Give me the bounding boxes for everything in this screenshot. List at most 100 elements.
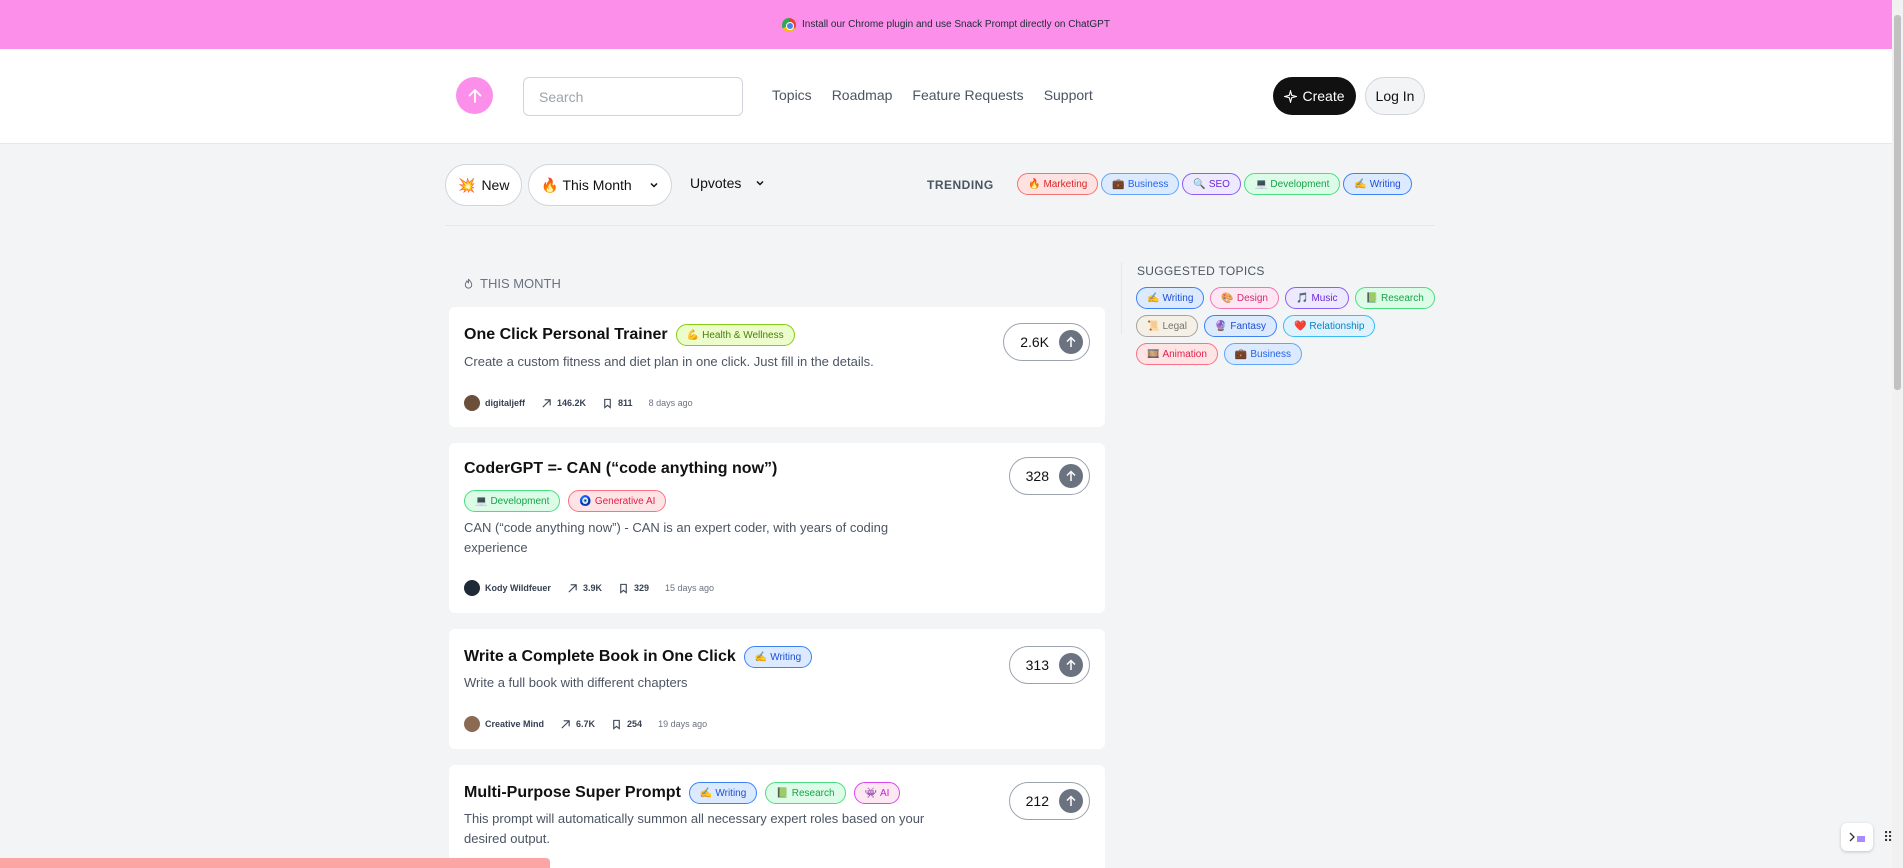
avatar: [464, 395, 480, 411]
card-title-row: Multi-Purpose Super Prompt ✍️ Writing 📗 Re…: [464, 782, 901, 804]
suggested-tag-relationship[interactable]: ❤️ Relationship: [1282, 315, 1376, 337]
snack-prompt-logo[interactable]: [456, 77, 493, 114]
drag-handle-icon[interactable]: ⠿: [1883, 829, 1893, 846]
fire-icon: 🔥: [541, 176, 559, 193]
trending-tag-development[interactable]: 💻 Development: [1243, 173, 1341, 195]
card-tag[interactable]: 🧿 Generative AI: [568, 490, 667, 512]
upvote-button[interactable]: 2.6K: [1003, 323, 1090, 361]
author-name: digitaljeff: [485, 398, 525, 408]
suggested-tag-music[interactable]: 🎵 Music: [1284, 287, 1349, 309]
tag-label: Generative AI: [594, 495, 656, 507]
suggested-tag-business[interactable]: 💼 Business: [1223, 343, 1302, 365]
search-input[interactable]: [523, 77, 743, 116]
nav-link-feature-requests[interactable]: Feature Requests: [912, 87, 1023, 103]
tag-icon: ✍️: [1147, 292, 1160, 304]
tag-icon: 🎵: [1295, 292, 1309, 304]
views-count: 146.2K: [557, 398, 587, 408]
card-saves[interactable]: 329: [618, 583, 649, 594]
chevron-down-icon: [650, 182, 658, 188]
tag-label: Writing: [1162, 292, 1194, 304]
saves-count: 329: [633, 583, 649, 593]
prompt-card[interactable]: One Click Personal Trainer 💪 Health & Wel…: [449, 307, 1105, 427]
upvote-button[interactable]: 212: [1008, 782, 1090, 820]
tag-label: SEO: [1208, 178, 1230, 190]
prompt-card[interactable]: CoderGPT =- CAN (“code anything now”) 💻 D…: [449, 443, 1105, 613]
saves-count: 811: [618, 398, 633, 408]
prompt-card[interactable]: Multi-Purpose Super Prompt ✍️ Writing 📗 Re…: [449, 765, 1105, 868]
login-button-label: Log In: [1375, 88, 1415, 104]
trending-tag-business[interactable]: 💼 Business: [1101, 173, 1180, 195]
nav-link-support[interactable]: Support: [1044, 87, 1093, 103]
card-tag[interactable]: 💻 Development: [464, 490, 561, 512]
suggested-tag-design[interactable]: 🎨 Design: [1210, 287, 1279, 309]
card-tag[interactable]: 📗 Research: [765, 782, 846, 804]
suggested-topics-label: SUGGESTED TOPICS: [1137, 264, 1265, 278]
suggested-tag-writing[interactable]: ✍️ Writing: [1136, 287, 1205, 309]
nav-link-topics[interactable]: Topics: [772, 87, 812, 103]
arrow-up-icon: [468, 88, 481, 103]
section-label: THIS MONTH: [463, 276, 561, 291]
tag-icon: ✍️: [699, 787, 713, 799]
bookmark-icon: [613, 719, 620, 730]
vote-count: 2.6K: [1020, 334, 1049, 350]
trending-tag-writing[interactable]: ✍️ Writing: [1343, 173, 1412, 195]
card-tag[interactable]: 💪 Health & Wellness: [675, 324, 795, 346]
tag-label: Music: [1311, 292, 1338, 304]
chat-widget-icon[interactable]: [1841, 823, 1873, 851]
login-button[interactable]: Log In: [1365, 77, 1425, 115]
card-tag[interactable]: ✍️ Writing: [743, 646, 813, 668]
card-saves[interactable]: 811: [602, 398, 633, 409]
card-views: 3.9K: [567, 583, 602, 594]
tag-label: Marketing: [1043, 178, 1088, 190]
sparkle-icon: [1284, 89, 1298, 103]
card-tag[interactable]: 👾 AI: [853, 782, 901, 804]
card-title[interactable]: CoderGPT =- CAN (“code anything now”): [464, 460, 777, 478]
card-author[interactable]: digitaljeff: [464, 395, 525, 411]
card-title[interactable]: Write a Complete Book in One Click: [464, 648, 736, 666]
saves-count: 254: [627, 719, 643, 729]
tag-icon: 📗: [1365, 292, 1379, 304]
create-button[interactable]: Create: [1273, 77, 1356, 115]
new-filter-label: New: [481, 177, 510, 193]
vote-count: 313: [1025, 657, 1049, 673]
suggested-tag-fantasy[interactable]: 🔮 Fantasy: [1203, 315, 1277, 337]
card-description: Create a custom fitness and diet plan in…: [464, 354, 874, 369]
trending-tag-marketing[interactable]: 🔥 Marketing: [1017, 173, 1099, 195]
card-title[interactable]: Multi-Purpose Super Prompt: [464, 784, 681, 802]
views-count: 3.9K: [582, 583, 602, 593]
upvote-button[interactable]: 313: [1008, 646, 1090, 684]
tag-icon: 💻: [1254, 178, 1268, 190]
scrollbar-thumb[interactable]: [1894, 15, 1901, 390]
prompt-card[interactable]: Write a Complete Book in One Click ✍️ Wri…: [449, 629, 1105, 749]
card-author[interactable]: Creative Mind: [464, 716, 544, 732]
author-name: Creative Mind: [485, 719, 545, 729]
card-description: CAN (“code anything now”) - CAN is an ex…: [464, 520, 889, 555]
page-scrollbar[interactable]: [1892, 0, 1903, 868]
tag-label: Legal: [1162, 320, 1187, 332]
avatar: [464, 716, 480, 732]
tag-label: Writing: [770, 651, 802, 663]
chevron-down-icon: [756, 180, 764, 186]
trending-tag-seo[interactable]: 🔍 SEO: [1182, 173, 1241, 195]
card-title-row: Write a Complete Book in One Click ✍️ Wri…: [464, 646, 813, 668]
period-dropdown[interactable]: 🔥 This Month: [528, 164, 672, 206]
card-saves[interactable]: 254: [611, 719, 642, 730]
suggested-tag-legal[interactable]: 📜 Legal: [1136, 315, 1198, 337]
nav-link-roadmap[interactable]: Roadmap: [832, 87, 893, 103]
sort-dropdown[interactable]: Upvotes: [678, 162, 777, 204]
card-author[interactable]: Kody Wildfeuer: [464, 580, 551, 596]
promo-banner[interactable]: Install our Chrome plugin and use Snack …: [0, 0, 1892, 49]
new-burst-icon: 💥: [458, 176, 476, 193]
card-description: Write a full book with different chapter…: [464, 675, 688, 690]
tag-label: Development: [490, 495, 550, 507]
card-tag[interactable]: ✍️ Writing: [688, 782, 758, 804]
suggested-tag-research[interactable]: 📗 Research: [1354, 287, 1435, 309]
card-title[interactable]: One Click Personal Trainer: [464, 326, 668, 344]
tag-label: Writing: [715, 787, 747, 799]
new-filter-button[interactable]: 💥 New: [445, 164, 523, 206]
suggested-tag-animation[interactable]: 🎞️ Animation: [1136, 343, 1218, 365]
upvote-button[interactable]: 328: [1008, 457, 1090, 495]
card-meta: Creative Mind 6.7K 254 19 days ago: [464, 716, 707, 732]
tag-label: Design: [1236, 292, 1268, 304]
tag-icon: 🔮: [1214, 320, 1228, 332]
